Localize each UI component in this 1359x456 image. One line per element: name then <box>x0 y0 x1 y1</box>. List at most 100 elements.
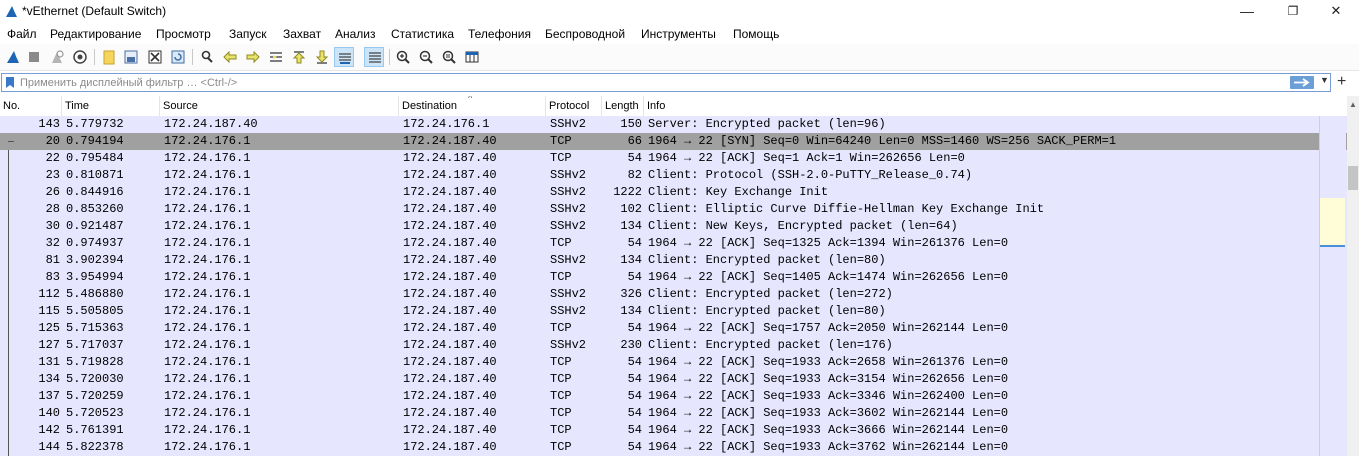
menu-capture[interactable]: Захват <box>283 27 321 41</box>
menu-wireless[interactable]: Беспроводной <box>545 27 625 41</box>
table-row[interactable]: 23 0.810871 172.24.176.1 172.24.187.40 SSHv2… <box>0 167 1347 184</box>
scrollbar-thumb[interactable] <box>1348 166 1358 190</box>
toolbar-separator <box>192 49 193 65</box>
menu-go[interactable]: Запуск <box>229 27 267 41</box>
cell-destination: 172.24.187.40 <box>403 270 497 284</box>
restart-icon[interactable] <box>47 47 67 67</box>
cell-protocol: TCP <box>550 270 572 284</box>
menu-file[interactable]: Файл <box>7 27 37 41</box>
cell-length: 326 <box>620 287 642 301</box>
column-header-no[interactable]: No. <box>0 96 62 116</box>
table-row[interactable]: 131 5.719828 172.24.176.1 172.24.187.40 TCP 5… <box>0 354 1347 371</box>
cell-info: 1964 → 22 [ACK] Seq=1933 Ack=3154 Win=26… <box>648 372 1009 386</box>
menu-analyze[interactable]: Анализ <box>335 27 376 41</box>
table-row[interactable]: 144 5.822378 172.24.176.1 172.24.187.40 TCP 5… <box>0 439 1347 456</box>
scroll-up-icon[interactable]: ▲ <box>1347 100 1359 109</box>
column-header-info[interactable]: Info <box>644 96 1344 116</box>
table-row[interactable]: 142 5.761391 172.24.176.1 172.24.187.40 TCP 5… <box>0 422 1347 439</box>
packet-list-scrollbar[interactable]: ▲ <box>1347 96 1359 456</box>
apply-filter-button[interactable] <box>1290 76 1314 89</box>
cell-destination: 172.24.187.40 <box>403 134 497 148</box>
column-header-source[interactable]: Source <box>160 96 399 116</box>
table-row[interactable]: 112 5.486880 172.24.176.1 172.24.187.40 SSHv… <box>0 286 1347 303</box>
window-title: *vEthernet (Default Switch) <box>22 4 167 18</box>
display-filter-bar: ▼ + <box>0 72 1359 94</box>
table-row[interactable]: 137 5.720259 172.24.176.1 172.24.187.40 TCP 5… <box>0 388 1347 405</box>
cell-source: 172.24.187.40 <box>164 117 258 131</box>
menu-help[interactable]: Помощь <box>733 27 779 41</box>
table-row[interactable]: 134 5.720030 172.24.176.1 172.24.187.40 TCP 5… <box>0 371 1347 388</box>
cell-protocol: TCP <box>550 406 572 420</box>
capture-options-icon[interactable] <box>70 47 90 67</box>
cell-destination: 172.24.187.40 <box>403 287 497 301</box>
table-row[interactable]: 22 0.795484 172.24.176.1 172.24.187.40 TCP 54… <box>0 150 1347 167</box>
find-icon[interactable] <box>197 47 217 67</box>
cell-no: 127 <box>38 338 60 352</box>
zoom-in-icon[interactable] <box>393 47 413 67</box>
save-file-icon[interactable] <box>121 47 141 67</box>
maximize-button[interactable]: ❐ <box>1270 0 1316 24</box>
go-forward-icon[interactable] <box>243 47 263 67</box>
cell-length: 54 <box>627 423 642 437</box>
menu-telephony[interactable]: Телефония <box>468 27 531 41</box>
cell-no: 137 <box>38 389 60 403</box>
close-file-icon[interactable] <box>145 47 165 67</box>
table-row[interactable]: 125 5.715363 172.24.176.1 172.24.187.40 TCP 5… <box>0 320 1347 337</box>
packet-minimap[interactable] <box>1319 116 1346 456</box>
menu-tools[interactable]: Инструменты <box>641 27 716 41</box>
table-row[interactable]: 26 0.844916 172.24.176.1 172.24.187.40 SSHv2… <box>0 184 1347 201</box>
column-header-destination[interactable]: Destination <box>399 96 546 116</box>
chevron-down-icon[interactable]: ▼ <box>1320 75 1329 85</box>
menu-view[interactable]: Просмотр <box>156 27 211 41</box>
table-row[interactable]: 83 3.954994 172.24.176.1 172.24.187.40 TCP 54… <box>0 269 1347 286</box>
go-first-icon[interactable] <box>289 47 309 67</box>
cell-source: 172.24.176.1 <box>164 151 251 165</box>
cell-no: 143 <box>38 117 60 131</box>
table-row[interactable]: 115 5.505805 172.24.176.1 172.24.187.40 SSHv… <box>0 303 1347 320</box>
column-header-time[interactable]: Time <box>62 96 160 116</box>
table-row[interactable]: 32 0.974937 172.24.176.1 172.24.187.40 TCP 54… <box>0 235 1347 252</box>
stop-icon[interactable] <box>24 47 44 67</box>
table-row[interactable]: 28 0.853260 172.24.176.1 172.24.187.40 SSHv2… <box>0 201 1347 218</box>
table-row[interactable]: 143 5.779732 172.24.187.40 172.24.176.1 SSHv… <box>0 116 1347 133</box>
bookmark-icon[interactable] <box>5 76 15 89</box>
shark-fin-start-icon[interactable] <box>3 47 23 67</box>
cell-no: 112 <box>38 287 60 301</box>
cell-time: 3.954994 <box>66 270 124 284</box>
go-back-icon[interactable] <box>220 47 240 67</box>
sort-ascending-icon: ^ <box>468 96 473 103</box>
cell-destination: 172.24.187.40 <box>403 423 497 437</box>
display-filter-input[interactable] <box>20 76 1260 90</box>
colorize-icon[interactable] <box>364 47 384 67</box>
table-row[interactable]: 127 5.717037 172.24.176.1 172.24.187.40 SSHv… <box>0 337 1347 354</box>
go-to-packet-icon[interactable] <box>266 47 286 67</box>
menu-edit[interactable]: Редактирование <box>50 27 141 41</box>
menu-statistics[interactable]: Статистика <box>391 27 454 41</box>
open-file-icon[interactable] <box>99 47 119 67</box>
cell-destination: 172.24.187.40 <box>403 253 497 267</box>
add-filter-button[interactable]: + <box>1337 72 1346 92</box>
column-header-length[interactable]: Length <box>602 96 644 116</box>
resize-columns-icon[interactable] <box>462 47 482 67</box>
cell-source: 172.24.176.1 <box>164 253 251 267</box>
cell-destination: 172.24.187.40 <box>403 185 497 199</box>
close-button[interactable]: ✕ <box>1313 0 1359 24</box>
table-row[interactable]: 140 5.720523 172.24.176.1 172.24.187.40 TCP 5… <box>0 405 1347 422</box>
cell-no: 142 <box>38 423 60 437</box>
column-header-protocol[interactable]: Protocol <box>546 96 602 116</box>
cell-destination: 172.24.176.1 <box>403 117 490 131</box>
table-row[interactable]: 20 0.794194 172.24.176.1 172.24.187.40 TCP 66… <box>0 133 1347 150</box>
reload-icon[interactable] <box>168 47 188 67</box>
go-last-icon[interactable] <box>312 47 332 67</box>
minimize-button[interactable]: — <box>1224 0 1270 24</box>
table-row[interactable]: 81 3.902394 172.24.176.1 172.24.187.40 SSHv2… <box>0 252 1347 269</box>
cell-no: 134 <box>38 372 60 386</box>
cell-length: 54 <box>627 440 642 454</box>
zoom-normal-icon[interactable] <box>439 47 459 67</box>
cell-info: Client: Encrypted packet (len=272) <box>648 287 893 301</box>
autoscroll-icon[interactable] <box>334 47 354 67</box>
table-row[interactable]: 30 0.921487 172.24.176.1 172.24.187.40 SSHv2… <box>0 218 1347 235</box>
cell-time: 5.715363 <box>66 321 124 335</box>
zoom-out-icon[interactable] <box>416 47 436 67</box>
cell-time: 0.810871 <box>66 168 124 182</box>
